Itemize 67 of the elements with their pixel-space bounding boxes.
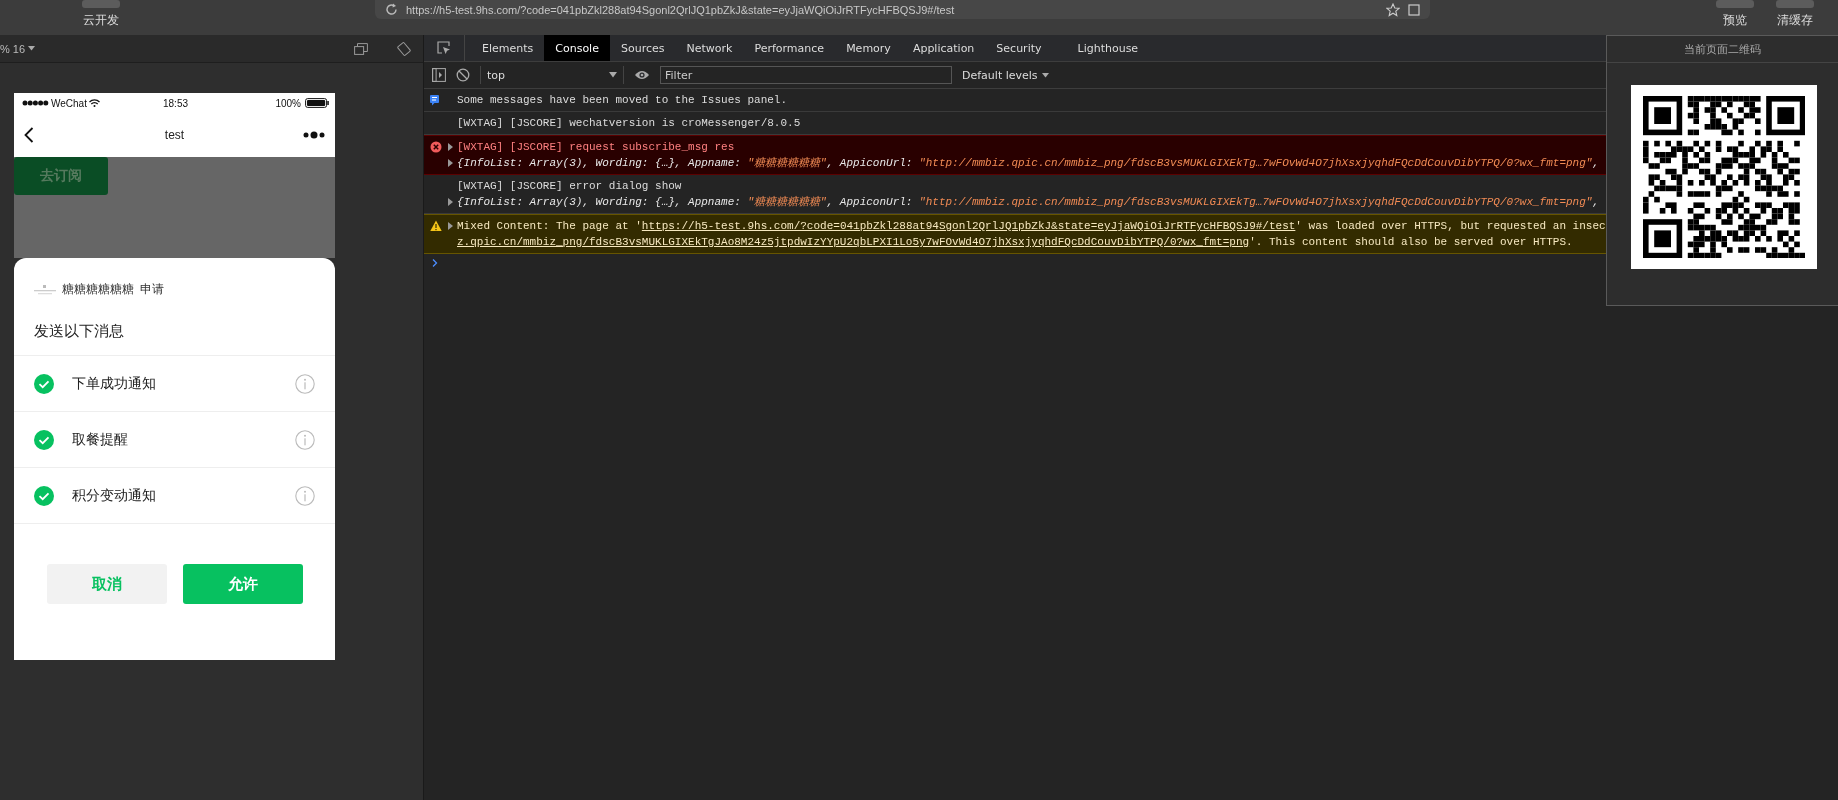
battery-percent: 100% — [275, 97, 301, 109]
app-name: 糖糖糖糖糖糖 — [62, 281, 134, 298]
carrier-name: WeChat — [51, 97, 87, 109]
console-message: Mixed Content: The page at 'https://h5-test.9hs.com/?code=041pbZkl288at94Sgonl2QrlJQ1pbZkJ&state=eyJjaWQiOiJrRTFycHFBQSJ9#/test' was loaded over HTTPS, but requested an insec — [457, 219, 1606, 234]
warning-icon — [430, 220, 442, 232]
error-icon — [430, 141, 442, 153]
message-link[interactable]: https://h5-test.9hs.com/?code=041pbZkl288at94Sgonl2QrlJQ1pbZkJ&state=eyJjaWQiOiJrRTFycHFBQSJ9#/test — [641, 220, 1296, 232]
console-message: [WXTAG] [JSCORE] request subscribe_msg res — [457, 140, 735, 155]
prompt-icon[interactable] — [432, 259, 438, 267]
app-logo-icon — [34, 284, 56, 295]
star-icon[interactable] — [1386, 2, 1400, 17]
subscription-item: 积分变动通知 — [72, 486, 157, 505]
caret-icon — [1041, 72, 1049, 78]
popup-title: 当前页面二维码 — [1607, 36, 1838, 63]
devtools-tab[interactable]: Application — [901, 35, 986, 61]
console-message: Some messages have been moved to the Issues panel. — [457, 93, 788, 108]
page-title: test — [164, 128, 185, 142]
address-bar[interactable]: https://h5-test.9hs.com/?code=041pbZkl288at94Sgonl2QrlJQ1pbZkJ&state=eyJjaWQiOiJrRTFycHFBQSJ9#/test — [375, 0, 1430, 19]
inspect-icon[interactable] — [437, 41, 451, 55]
wifi-icon — [88, 99, 100, 107]
eye-icon[interactable] — [634, 69, 650, 81]
back-icon[interactable] — [24, 127, 34, 143]
expand-icon[interactable] — [448, 222, 453, 230]
devtools-tab[interactable]: Sources — [609, 35, 676, 61]
square-icon[interactable] — [1408, 3, 1420, 16]
status-time: 18:53 — [163, 97, 188, 109]
message-icon — [430, 94, 442, 106]
object-preview: {InfoList: Array(3), Wording: {…}, Appname: "糖糖糖糖糖糖", AppiconUrl: "http://mmbiz.qpic.cn/mmbiz_png/fdscB3vsMUKLGIXEkTg…7wFOvWd4O7jhXsxjyqhdFQcDdCouvDibYTPQ/0?wx_fmt=png", — [457, 195, 1599, 210]
rotate-icon[interactable] — [397, 41, 411, 56]
console-message: [WXTAG] [JSCORE] error dialog show — [457, 179, 682, 194]
signal-icon — [22, 100, 49, 106]
request-label: 申请 — [140, 281, 164, 298]
devtools-tab[interactable]: Lighthouse — [1066, 35, 1150, 61]
console-message: [WXTAG] [JSCORE] wechatversion is croMessenger/8.0.5 — [457, 116, 801, 131]
toolbar-label: 清缓存 — [1777, 12, 1813, 29]
caret-icon[interactable] — [28, 46, 36, 51]
address-text: https://h5-test.9hs.com/?code=041pbZkl288at94Sgonl2QrlJQ1pbZkJ&state=eyJjaWQiOiJrRTFycHFBQSJ9#/test — [406, 3, 955, 16]
console-message: z.qpic.cn/mmbiz_png/fdscB3vsMUKLGIXEkTgJAo8M24z5jtpdwIzYYpU2qbLPXI1Lo5y7wFOvWd4O7jhXsxjyqhdFQcDdCouvDibYTPQ/0?wx_fmt=png'. This content should also be served over HTTPS. — [457, 235, 1573, 250]
devtools-tab[interactable]: Security — [985, 35, 1053, 61]
toolbar-label: 预览 — [1723, 12, 1747, 29]
expand-icon[interactable] — [448, 198, 453, 206]
object-preview: {InfoList: Array(3), Wording: {…}, Appname: "糖糖糖糖糖糖", AppiconUrl: "http://mmbiz.qpic.cn/mmbiz_png/fdscB3vsMUKLGIXEkTg…7wFOvWd4O7jhXsxjyqhdFQcDdCouvDibYTPQ/0?wx_fmt=png", — [457, 156, 1599, 171]
subscription-item: 取餐提醒 — [72, 430, 129, 449]
context-selector[interactable]: top — [480, 66, 624, 84]
sidebar-icon[interactable] — [432, 68, 446, 82]
toolbar-label: 云开发 — [83, 12, 119, 29]
devtools-tab[interactable]: Elements — [471, 35, 545, 61]
devtools-tab[interactable]: Performance — [743, 35, 836, 61]
levels-dropdown[interactable]: Default levels — [962, 68, 1049, 82]
context-value: top — [487, 68, 506, 82]
subscription-item: 下单成功通知 — [72, 374, 157, 393]
devtools-tab[interactable]: Console — [544, 35, 610, 61]
filter-field[interactable]: Filter — [660, 66, 952, 84]
devtools-tab[interactable]: Memory — [835, 35, 902, 61]
refresh-icon[interactable] — [385, 3, 398, 16]
caret-icon — [609, 72, 617, 78]
message-link[interactable]: z.qpic.cn/mmbiz_png/fdscB3vsMUKLGIXEkTgJAo8M24z5jtpdwIzYYpU2qbLPXI1Lo5y7wFOvWd4O7jhXsxjyqhdFQcDdCouvDibYTPQ/0?wx_fmt=png — [457, 236, 1250, 248]
zoom-level[interactable]: % 16 — [0, 42, 26, 55]
dialog-prompt: 发送以下消息 — [34, 322, 125, 341]
more-icon[interactable] — [303, 131, 325, 139]
checkbox[interactable] — [34, 429, 54, 450]
checkbox[interactable] — [34, 485, 54, 506]
window-icon[interactable] — [354, 42, 368, 55]
battery-icon — [305, 98, 329, 108]
devtools-tab[interactable]: Network — [675, 35, 744, 61]
checkbox[interactable] — [34, 373, 54, 394]
clear-icon[interactable] — [456, 68, 470, 82]
